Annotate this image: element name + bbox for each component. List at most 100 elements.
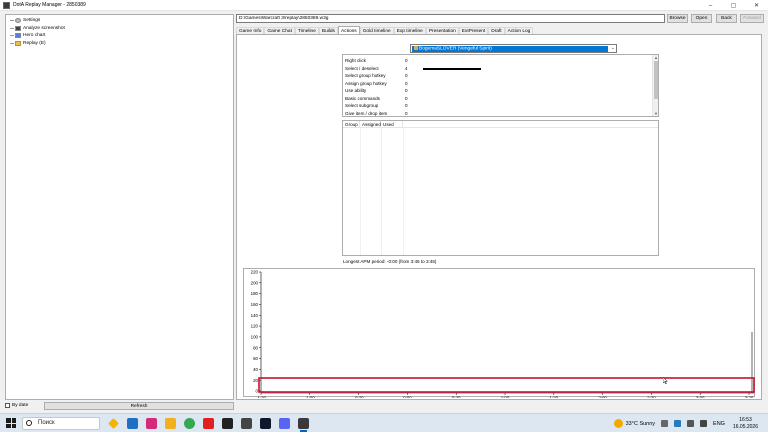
camera-icon [15,25,21,31]
scroll-down-icon[interactable]: ▼ [653,111,658,116]
edge-icon[interactable] [127,417,138,429]
network-icon[interactable] [674,420,682,427]
action-row[interactable]: Select group hotkey 0 [345,72,417,80]
y-tick-label: 60 [253,356,258,361]
browse-button[interactable]: Browse [667,14,688,23]
mouse-cursor-icon [663,377,668,384]
tree-item-label: Replay (E) [23,40,46,46]
action-row[interactable]: Right click 0 [345,57,417,65]
close-icon[interactable]: ✕ [745,0,768,11]
longest-apm-period: Longest APM period: -0:00 (from 3:45 to … [343,259,437,264]
by-date-checkbox[interactable]: By date [5,403,28,408]
gear-icon [15,18,21,24]
action-row[interactable]: Give item / drop item 0 [345,110,417,117]
window-title: DotA Replay Manager - 2850389 [13,2,86,8]
dota-replay-manager-icon[interactable] [298,417,309,432]
tree-item-replay[interactable]: Replay (E) [6,40,233,48]
forward-button[interactable]: Forward [740,14,764,23]
y-tick-label: 220 [251,270,259,275]
y-tick-label: 100 [251,335,259,340]
search-icon [26,420,32,426]
windows-start-icon[interactable] [6,418,16,428]
action-count: 4 [405,65,408,71]
folder-icon [15,40,21,46]
action-count: 0 [405,88,408,94]
action-count: 0 [405,73,408,79]
language-indicator[interactable]: ENG [713,421,725,427]
open-button[interactable]: Open [691,14,712,23]
clock[interactable]: 16:53 16.05.2026 [733,417,758,430]
system-tray: 33°C Sunny ENG 16:53 16.05.2026 [613,414,768,432]
refresh-button[interactable]: Refresh [44,402,234,410]
x-tick-label: 1:00 [501,396,510,399]
x-tick-label: -1:20 [256,396,267,399]
action-row[interactable]: Select / deselect 4 [345,65,417,73]
x-tick-label: 3:20 [745,396,754,399]
y-tick-label: 0 [256,389,259,394]
player-name: BogemaSLOVER (Vengeful Spirit) [419,46,492,52]
tree-item-settings[interactable]: Settings [6,17,233,25]
actions-scrollbar[interactable]: ▲ ▼ [652,55,658,116]
instagram-icon[interactable] [146,417,157,429]
weather-text[interactable]: 33°C Sunny [626,421,655,427]
copilot-icon[interactable] [108,417,119,429]
x-tick-label: 3:00 [696,396,705,399]
column-header-group[interactable]: Group [343,121,360,127]
player-select-dropdown[interactable]: BogemaSLOVER (Vengeful Spirit) ⌄ [410,44,617,53]
file-explorer-icon[interactable] [165,417,176,429]
youtube-icon[interactable] [203,417,214,429]
game-icon[interactable] [222,417,233,429]
back-button[interactable]: Back [716,14,737,23]
tree-item-label: Analyze screenshot [23,25,65,31]
maximize-icon[interactable]: ▢ [722,0,745,11]
action-name: Select / deselect [345,65,379,71]
x-tick-label: 2:00 [598,396,607,399]
apm-chart[interactable]: 220 200 180 160 140 120 100 80 60 40 20 0 -1:20 -1:00… [243,268,755,399]
warcraft-icon[interactable] [241,417,252,429]
action-row[interactable]: Select subgroup 0 [345,102,417,110]
chevron-down-icon[interactable]: ⌄ [611,45,615,51]
action-name: Assign group hotkey [345,80,387,86]
steam-icon[interactable] [260,417,271,429]
hotkey-groups-table[interactable]: Group Assigned Used [342,120,659,256]
scroll-up-icon[interactable]: ▲ [653,55,658,60]
column-header-used[interactable]: Used [381,121,403,127]
y-tick-label: 40 [253,367,258,372]
app-icon [3,1,10,9]
by-date-label: By date [12,403,29,408]
replay-path-input[interactable] [236,14,665,23]
chart-icon [15,33,21,39]
column-header-assigned[interactable]: Assigned [360,121,381,127]
window-controls: – ▢ ✕ [699,0,768,11]
chevron-up-icon[interactable] [661,420,669,427]
action-name: Use ability [345,88,367,94]
tree-item-analyze-screenshot[interactable]: Analyze screenshot [6,25,233,33]
checkbox-box[interactable] [5,403,10,408]
action-count: 0 [405,58,408,64]
table-header: Group Assigned Used [343,121,658,128]
x-tick-label: 0:00 [403,396,412,399]
replay-tree-panel[interactable]: Settings Analyze screenshot Hero chart R… [5,14,234,400]
action-row[interactable]: Basic commands 0 [345,95,417,103]
tree-item-hero-chart[interactable]: Hero chart [6,32,233,40]
action-count: 0 [405,103,408,109]
chrome-icon[interactable] [184,417,195,429]
tree-item-label: Hero chart [23,33,46,39]
discord-icon[interactable] [279,417,290,429]
actions-list[interactable]: Right click 0 Select / deselect 4 Select gro… [342,54,659,117]
column-divider [381,128,382,255]
x-tick-label: -1:00 [305,396,316,399]
search-placeholder: Поиск [38,420,55,426]
minimize-icon[interactable]: – [699,0,722,11]
volume-icon[interactable] [687,420,695,427]
taskbar-search[interactable]: Поиск [22,416,100,430]
battery-icon[interactable] [700,420,708,427]
selection-highlight [258,377,755,393]
scroll-thumb[interactable] [654,61,658,99]
x-tick-label: 1:20 [550,396,559,399]
y-tick-label: 160 [251,302,259,307]
action-row[interactable]: Assign group hotkey 0 [345,80,417,88]
action-count: 0 [405,95,408,101]
y-tick-label: 180 [251,291,259,296]
action-row[interactable]: Use ability 0 [345,87,417,95]
